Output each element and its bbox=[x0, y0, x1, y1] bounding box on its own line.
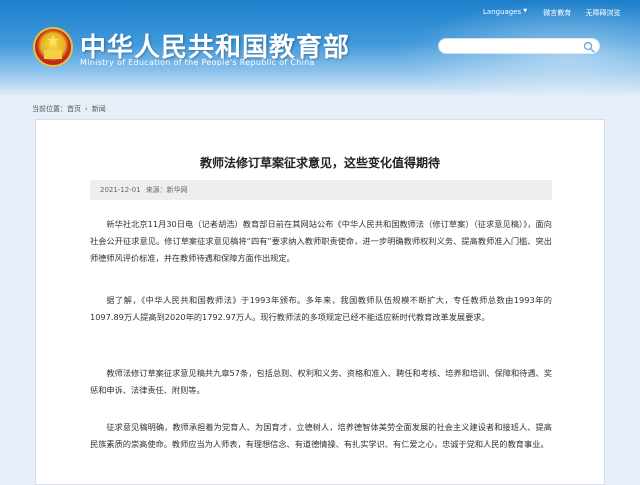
article-paragraph: 新华社北京11月30日电（记者胡浩）教育部日前在其网站公布《中华人民共和国教师法… bbox=[90, 219, 552, 263]
search-icon[interactable] bbox=[583, 41, 595, 53]
accessibility-link[interactable]: 无障碍浏览 bbox=[586, 8, 621, 18]
breadcrumb-current[interactable]: 新闻 bbox=[92, 105, 106, 113]
search-input[interactable] bbox=[438, 38, 600, 54]
article-paragraph: 据了解，《中华人民共和国教师法》于1993年颁布。多年来，我国教师队伍规模不断扩… bbox=[90, 295, 552, 322]
chevron-down-icon: ▼ bbox=[523, 8, 528, 14]
breadcrumb-home[interactable]: 首页 bbox=[67, 105, 81, 113]
site-header: ★ 中华人民共和国教育部 Ministry of Education of th… bbox=[0, 0, 640, 95]
site-subtitle: Ministry of Education of the People's Re… bbox=[80, 58, 315, 67]
article-paragraph: 征求意见稿明确，教师承担着为党育人、为国育才，立德树人，培养德智体美劳全面发展的… bbox=[90, 422, 552, 449]
weibo-link[interactable]: 微言教育 bbox=[543, 8, 571, 18]
article-card: 教师法修订草案征求意见，这些变化值得期待 2021-12-01 来源：新华网 新华… bbox=[35, 119, 605, 485]
breadcrumb: 当前位置：首页 › 新闻 bbox=[32, 104, 106, 114]
breadcrumb-prefix: 当前位置： bbox=[32, 105, 67, 113]
article-title: 教师法修订草案征求意见，这些变化值得期待 bbox=[199, 156, 440, 170]
languages-label: Languages bbox=[483, 8, 522, 16]
national-emblem-icon: ★ bbox=[33, 27, 73, 67]
languages-menu[interactable]: Languages ▼ bbox=[483, 8, 527, 16]
breadcrumb-separator: › bbox=[85, 105, 88, 113]
article-meta: 2021-12-01 来源：新华网 bbox=[90, 180, 552, 200]
article-source: 来源：新华网 bbox=[145, 186, 188, 194]
article-paragraph: 教师法修订草案征求意见稿共九章57条，包括总则、权利和义务、资格和准入、聘任和考… bbox=[90, 368, 552, 395]
article-date: 2021-12-01 bbox=[100, 186, 141, 194]
top-links: Languages ▼ 微言教育 无障碍浏览 bbox=[483, 8, 621, 22]
